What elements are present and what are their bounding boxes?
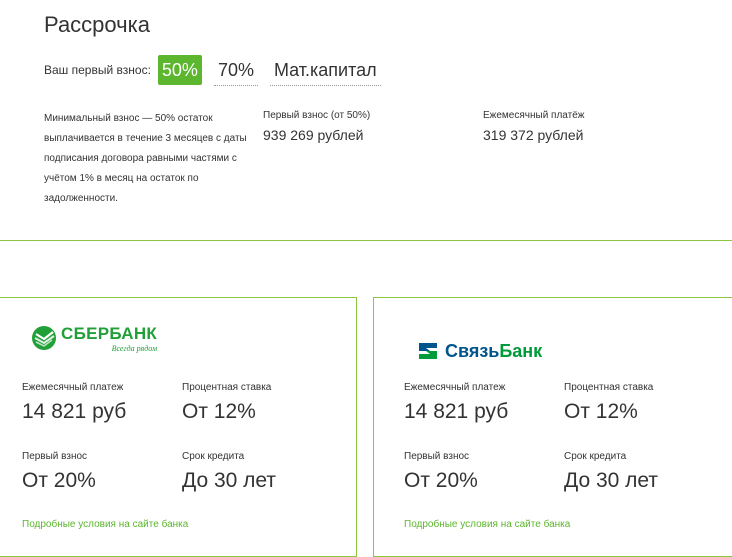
interest-rate-stat: Процентная ставка От 12% xyxy=(564,382,653,424)
bank-card-svyazbank: Связь Банк Ежемесячный платеж 14 821 руб… xyxy=(373,297,732,557)
monthly-payment-info: Ежемесячный платёж 319 372 рублей xyxy=(483,110,584,143)
down-payment-value: От 20% xyxy=(22,469,96,492)
down-payment-value: От 20% xyxy=(404,469,478,492)
sberbank-logo-icon xyxy=(32,326,56,350)
svyazbank-logo-icon xyxy=(419,343,437,359)
svyazbank-logo-text-1: Связь xyxy=(445,340,500,361)
monthly-payment-label: Ежемесячный платеж xyxy=(22,382,124,393)
monthly-payment-stat: Ежемесячный платеж 14 821 руб xyxy=(22,382,126,424)
interest-rate-label: Процентная ставка xyxy=(182,382,272,393)
loan-term-stat: Срок кредита До 30 лет xyxy=(182,451,276,493)
svyazbank-logo-text-2: Банк xyxy=(499,340,543,361)
interest-rate-stat: Процентная ставка От 12% xyxy=(182,382,271,424)
sberbank-logo: СБЕРБАНК Всегда рядом xyxy=(31,324,157,362)
down-payment-stat: Первый взнос От 20% xyxy=(404,451,478,493)
down-payment-label: Ваш первый взнос: xyxy=(44,63,151,77)
down-payment-selector: Ваш первый взнос: 50% 70% Мат.капитал xyxy=(44,55,393,86)
loan-term-value: До 30 лет xyxy=(564,469,659,492)
interest-rate-value: От 12% xyxy=(182,400,256,423)
loan-term-value: До 30 лет xyxy=(182,469,277,492)
interest-rate-value: От 12% xyxy=(564,400,638,423)
loan-term-stat: Срок кредита До 30 лет xyxy=(564,451,658,493)
installment-description: Минимальный взнос — 50% остаток выплачив… xyxy=(44,113,247,204)
section-divider xyxy=(0,240,732,241)
bank-conditions-link[interactable]: Подробные условия на сайте банка xyxy=(22,519,188,530)
down-payment-stat: Первый взнос От 20% xyxy=(22,451,96,493)
down-payment-label: Первый взнос xyxy=(22,451,88,462)
monthly-payment-label: Ежемесячный платеж xyxy=(404,382,506,393)
option-mat-capital[interactable]: Мат.капитал xyxy=(269,55,381,86)
loan-term-label: Срок кредита xyxy=(564,451,627,462)
option-50-percent[interactable]: 50% xyxy=(157,55,202,85)
first-payment-info: Первый взнос (от 50%) 939 269 рублей xyxy=(263,110,370,143)
down-payment-label: Первый взнос xyxy=(404,451,470,462)
sberbank-logo-text: СБЕРБАНК xyxy=(61,324,158,343)
monthly-payment-label: Ежемесячный платёж xyxy=(483,110,585,121)
bank-card-sberbank: СБЕРБАНК Всегда рядом Ежемесячный платеж… xyxy=(0,297,357,557)
first-payment-label: Первый взнос (от 50%) xyxy=(263,110,371,121)
bank-conditions-link[interactable]: Подробные условия на сайте банка xyxy=(404,519,570,530)
loan-term-label: Срок кредита xyxy=(182,451,245,462)
sberbank-logo-tagline: Всегда рядом xyxy=(111,344,158,353)
monthly-payment-value: 319 372 рублей xyxy=(483,127,584,143)
svyazbank-logo: Связь Банк xyxy=(416,332,542,370)
monthly-payment-value: 14 821 руб xyxy=(404,400,509,423)
first-payment-value: 939 269 рублей xyxy=(263,127,364,143)
page-title: Рассрочка xyxy=(44,12,150,37)
monthly-payment-stat: Ежемесячный платеж 14 821 руб xyxy=(404,382,508,424)
interest-rate-label: Процентная ставка xyxy=(564,382,654,393)
option-70-percent[interactable]: 70% xyxy=(213,55,258,86)
monthly-payment-value: 14 821 руб xyxy=(22,400,127,423)
